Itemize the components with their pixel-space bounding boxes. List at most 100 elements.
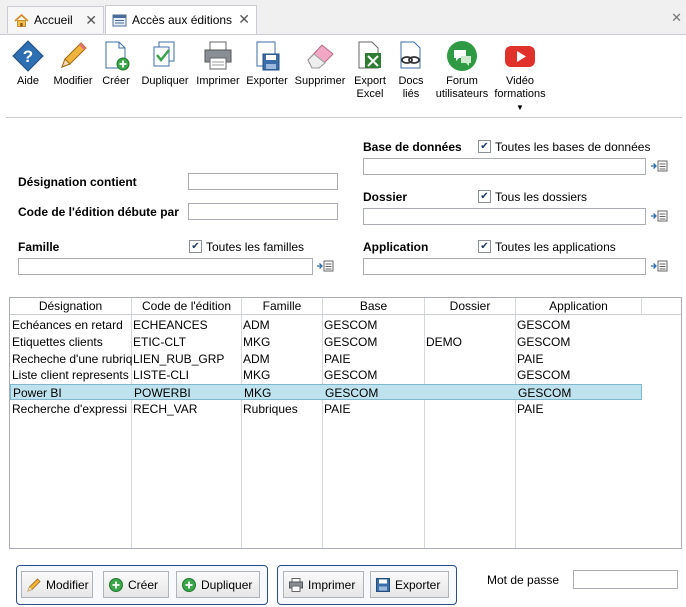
base-picker-icon[interactable]: [650, 159, 668, 173]
code-edition-label: Code de l'édition débute par: [18, 205, 179, 219]
new-document-icon: [105, 41, 130, 71]
table-cell: ADM: [243, 351, 270, 366]
table-cell: [426, 385, 517, 401]
famille-picker-icon[interactable]: [316, 259, 334, 273]
table-row[interactable]: Etiquettes clients ETIC-CLT MKG GESCOM DEMO G…: [10, 334, 642, 350]
table-cell: MKG: [244, 386, 272, 401]
table-cell: PAIE: [517, 402, 544, 416]
column-header-filler: [642, 298, 681, 315]
application-input[interactable]: [363, 258, 646, 275]
table-cell: [425, 351, 516, 367]
famille-input[interactable]: [18, 258, 313, 275]
bottom-creer-button[interactable]: Créer: [103, 571, 169, 598]
aide-button[interactable]: ? Aide: [9, 39, 47, 88]
toolbar-divider: [6, 117, 682, 118]
table-cell: MKG: [243, 334, 271, 349]
table-cell: GESCOM: [324, 368, 378, 383]
docs-lies-button[interactable]: Docs liés: [393, 39, 429, 101]
exporter-button[interactable]: Exporter: [245, 39, 289, 88]
column-header-dossier[interactable]: Dossier: [425, 298, 516, 315]
table-cell: Power BI: [13, 386, 62, 401]
export-disk-icon: [376, 577, 390, 592]
dossier-all-label: Tous les dossiers: [495, 190, 588, 204]
famille-all-label: Toutes les familles: [206, 240, 305, 254]
table-cell: ETIC-CLT: [133, 334, 187, 349]
famille-all-checkbox[interactable]: ✔: [189, 240, 202, 253]
table-cell: Recherche d'expressi: [12, 402, 128, 416]
tab-acces-editions[interactable]: Accès aux éditions ✕: [105, 5, 257, 34]
modifier-button[interactable]: Modifier: [51, 39, 95, 88]
table-row[interactable]: Recheche d'une rubriq LIEN_RUB_GRP ADM PAIE…: [10, 351, 642, 367]
dossier-all-checkbox[interactable]: ✔: [478, 190, 491, 203]
table-cell: Liste client represents: [12, 368, 129, 383]
video-formations-button[interactable]: Vidéo formations ▼: [493, 39, 547, 114]
edit-button-group: Modifier Créer Dupliquer: [16, 565, 268, 605]
svg-text:?: ?: [23, 47, 33, 66]
bottom-exporter-button[interactable]: Exporter: [370, 571, 449, 598]
table-row[interactable]: Liste client represents LISTE-CLI MKG GESCO…: [10, 367, 642, 383]
supprimer-button[interactable]: Supprimer: [294, 39, 346, 88]
close-icon[interactable]: ✕: [85, 12, 97, 29]
output-button-group: Imprimer Exporter: [277, 565, 457, 605]
editions-grid[interactable]: Désignation Code de l'édition Famille Ba…: [9, 297, 682, 549]
table-cell: Rubriques: [243, 402, 298, 416]
imprimer-button[interactable]: Imprimer: [196, 39, 240, 88]
printer-icon: [289, 577, 303, 592]
table-cell: ADM: [243, 318, 270, 332]
pencil-icon: [27, 577, 41, 592]
tab-accueil[interactable]: Accueil ✕: [7, 6, 104, 33]
plus-circle-icon: [109, 577, 123, 592]
plus-circle-icon: [182, 577, 196, 592]
excel-icon: [358, 41, 381, 69]
designation-label: Désignation contient: [18, 175, 137, 189]
table-cell: GESCOM: [517, 318, 571, 332]
application-picker-icon[interactable]: [650, 259, 668, 273]
chevron-down-icon: ▼: [516, 103, 524, 112]
table-cell: PAIE: [324, 351, 351, 366]
pencil-icon: [61, 42, 87, 68]
column-header-code[interactable]: Code de l'édition: [132, 298, 242, 315]
home-icon: [14, 13, 29, 28]
close-window-icon[interactable]: ✕: [671, 10, 682, 26]
dossier-picker-icon[interactable]: [650, 209, 668, 223]
base-label: Base de données: [363, 140, 462, 154]
application-all-checkbox[interactable]: ✔: [478, 240, 491, 253]
password-input[interactable]: [573, 570, 678, 589]
table-cell: Recheche d'une rubriq: [12, 351, 132, 366]
base-input[interactable]: [363, 158, 646, 175]
column-header-designation[interactable]: Désignation: [10, 298, 132, 315]
bottom-imprimer-button[interactable]: Imprimer: [283, 571, 364, 598]
duplicate-icon: [153, 41, 175, 67]
help-icon: ?: [12, 40, 44, 72]
base-all-checkbox[interactable]: ✔: [478, 140, 491, 153]
column-header-famille[interactable]: Famille: [242, 298, 323, 315]
column-header-application[interactable]: Application: [516, 298, 642, 315]
column-header-base[interactable]: Base: [323, 298, 425, 315]
table-cell: GESCOM: [324, 318, 378, 332]
bottom-dupliquer-button[interactable]: Dupliquer: [176, 571, 260, 598]
table-cell: GESCOM: [517, 334, 571, 349]
table-cell: LIEN_RUB_GRP: [133, 351, 225, 366]
table-cell: [425, 317, 516, 333]
base-all-label: Toutes les bases de données: [495, 140, 651, 154]
table-row[interactable]: Power BI POWERBI MKG GESCOM GESCOM: [10, 384, 642, 401]
application-label: Application: [363, 240, 429, 254]
dossier-input[interactable]: [363, 208, 646, 225]
code-edition-input[interactable]: [188, 203, 338, 220]
table-cell: PAIE: [324, 402, 351, 416]
bottom-modifier-button[interactable]: Modifier: [21, 571, 93, 598]
forum-utilisateurs-button[interactable]: Forum utilisateurs: [434, 39, 490, 101]
table-cell: DEMO: [426, 334, 462, 349]
application-all-label: Toutes les applications: [495, 240, 616, 254]
close-icon[interactable]: ✕: [238, 11, 250, 28]
video-play-icon: [505, 46, 535, 67]
designation-input[interactable]: [188, 173, 338, 190]
dupliquer-button[interactable]: Dupliquer: [140, 39, 190, 88]
export-excel-button[interactable]: Export Excel: [351, 39, 389, 101]
table-cell: GESCOM: [324, 334, 378, 349]
table-row[interactable]: Recherche d'expressi RECH_VAR Rubriques PAI…: [10, 401, 642, 417]
creer-button[interactable]: Créer: [99, 39, 133, 88]
table-row[interactable]: Echéances en retard ECHEANCES ADM GESCOM GES…: [10, 317, 642, 333]
table-cell: MKG: [243, 368, 271, 383]
table-cell: POWERBI: [134, 386, 191, 401]
